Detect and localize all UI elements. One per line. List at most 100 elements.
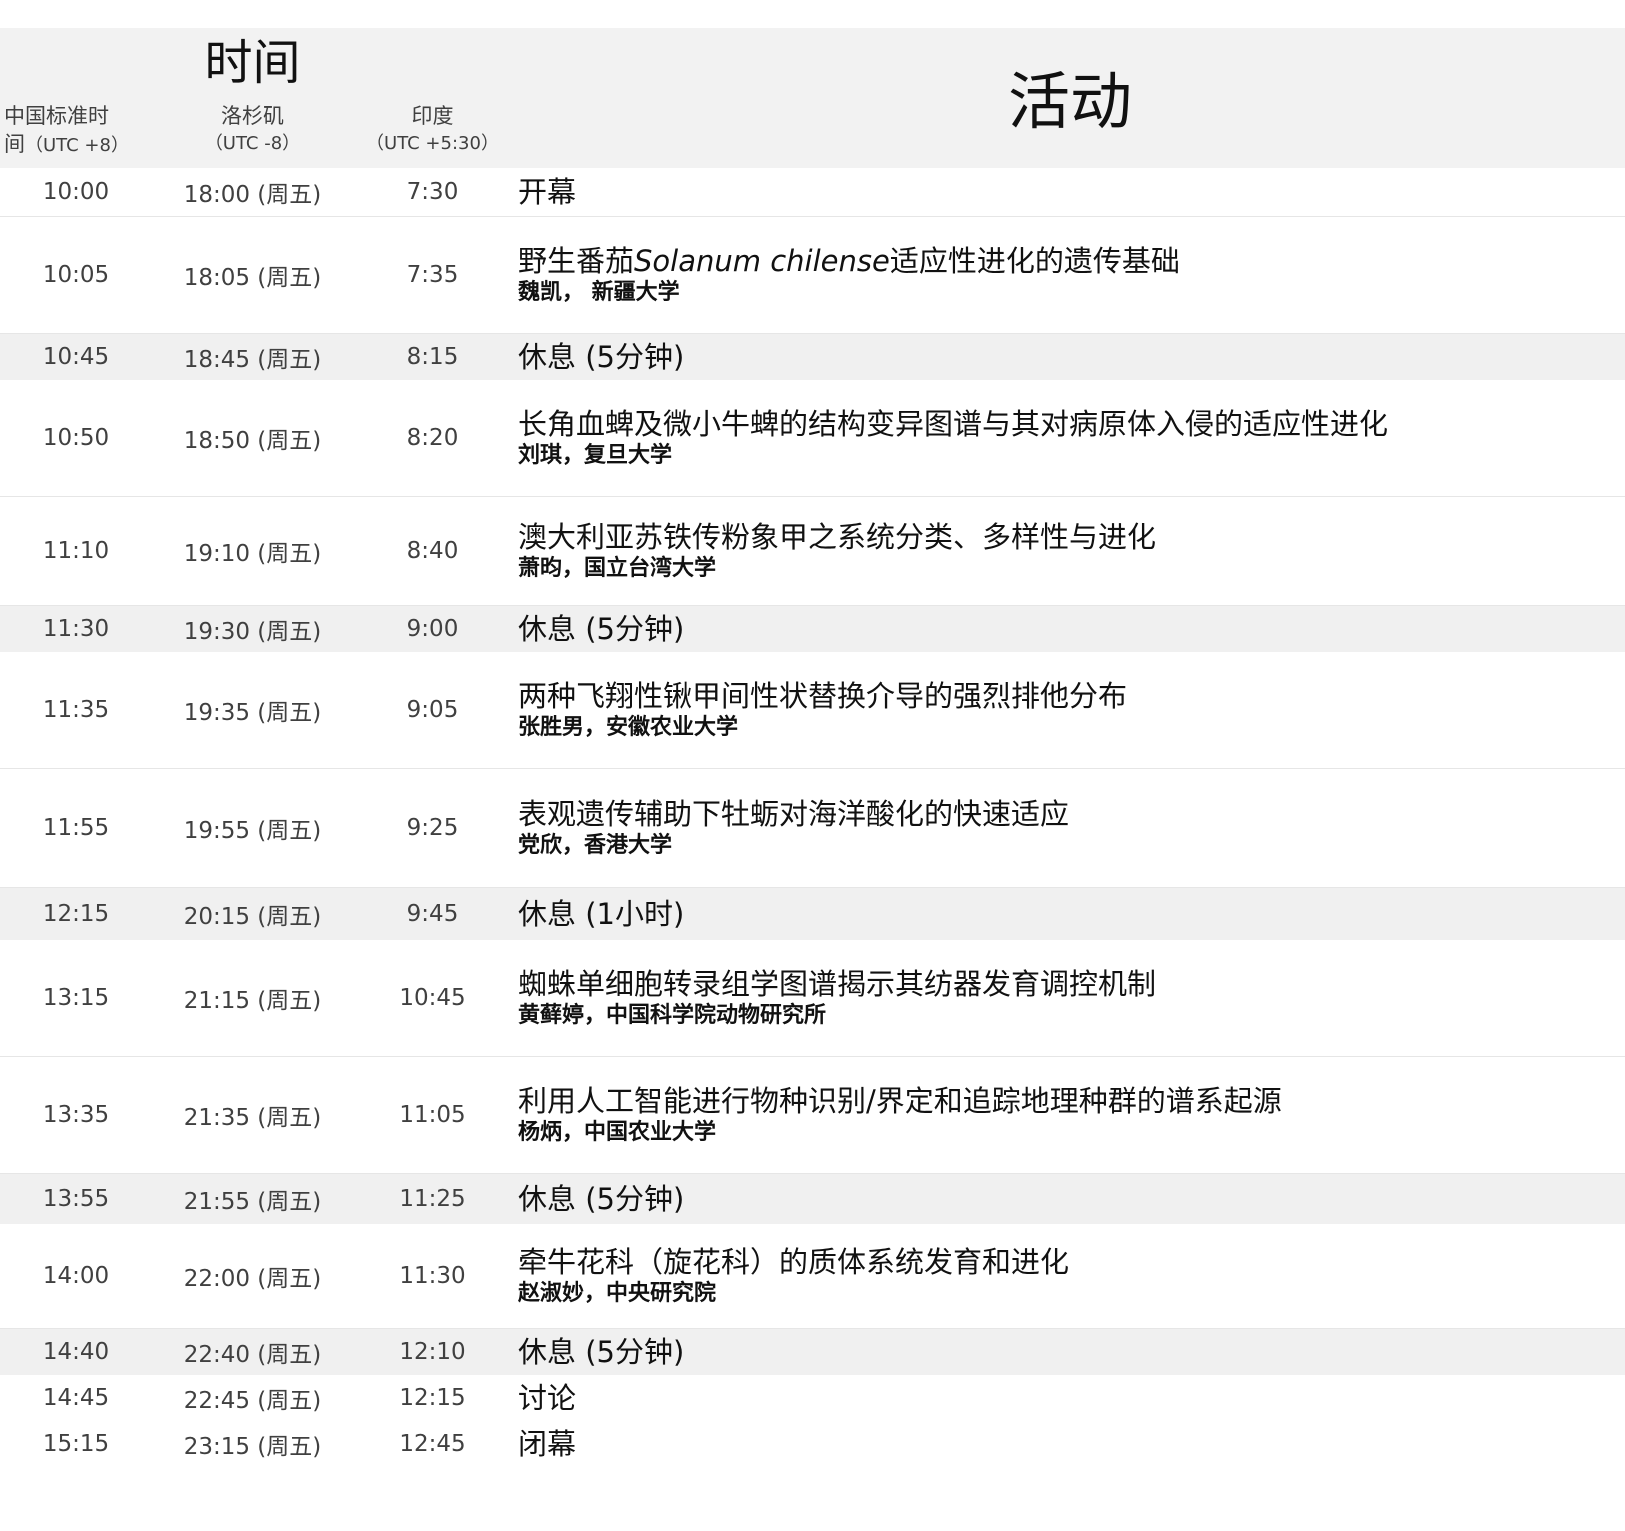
activity-title: 休息 (5分钟) xyxy=(518,1182,685,1216)
india-timezone-name: 印度 xyxy=(411,104,454,128)
la-time-cell: 22:40 (周五) xyxy=(183,1342,322,1368)
la-time-cell: 21:15 (周五) xyxy=(183,988,322,1014)
activity-cell: 蜘蛛单细胞转录组学图谱揭示其纺器发育调控机制 黄藓婷，中国科学院动物研究所 xyxy=(518,940,1615,1056)
activity-cell: 两种飞翔性锹甲间性状替换介导的强烈排他分布 张胜男，安徽农业大学 xyxy=(518,652,1615,768)
india-time-cell: 7:30 xyxy=(406,179,459,205)
india-time-cell: 11:30 xyxy=(399,1263,466,1289)
table-row: 11:10 19:10 (周五) 8:40 澳大利亚苏铁传粉象甲之系统分类、多样性与进… xyxy=(0,497,1625,606)
la-time-cell: 22:45 (周五) xyxy=(183,1388,322,1414)
india-time-cell: 8:15 xyxy=(406,344,459,370)
la-timezone-offset: （UTC -8） xyxy=(204,133,301,154)
china-time-cell: 14:40 xyxy=(42,1339,110,1365)
activity-cell: 休息 (5分钟) xyxy=(518,606,1615,652)
india-time-cell: 8:20 xyxy=(406,425,459,451)
india-time-cell: 12:10 xyxy=(399,1339,466,1365)
india-time-cell: 11:05 xyxy=(399,1102,466,1128)
la-timezone-header: 洛杉矶 （UTC -8） xyxy=(150,102,355,158)
activity-column-title: 活动 xyxy=(1007,65,1132,138)
la-time-cell: 19:55 (周五) xyxy=(183,818,322,844)
china-time-cell: 10:00 xyxy=(42,179,110,205)
break-row: 10:45 18:45 (周五) 8:15 休息 (5分钟) xyxy=(0,334,1625,380)
speaker-affiliation: 魏凯， 新疆大学 xyxy=(518,280,680,305)
activity-cell: 开幕 xyxy=(518,168,1615,216)
speaker-affiliation: 杨炳，中国农业大学 xyxy=(518,1120,717,1145)
india-timezone-offset: （UTC +5:30） xyxy=(366,133,499,154)
india-time-cell: 9:00 xyxy=(406,616,459,642)
activity-cell: 利用人工智能进行物种识别/界定和追踪地理种群的谱系起源 杨炳，中国农业大学 xyxy=(518,1057,1615,1173)
india-time-cell: 9:25 xyxy=(406,815,459,841)
activity-cell: 休息 (1小时) xyxy=(518,888,1615,940)
china-time-cell: 11:55 xyxy=(42,815,110,841)
la-time-cell: 18:05 (周五) xyxy=(183,265,322,291)
china-timezone-offset: （UTC +8） xyxy=(25,135,129,156)
speaker-affiliation: 党欣，香港大学 xyxy=(518,833,673,858)
la-time-cell: 21:35 (周五) xyxy=(183,1105,322,1131)
activity-cell: 表观遗传辅助下牡蛎对海洋酸化的快速适应 党欣，香港大学 xyxy=(518,769,1615,887)
activity-title-part: 适应性进化的遗传基础 xyxy=(889,244,1180,278)
speaker-affiliation: 赵淑妙，中央研究院 xyxy=(518,1281,717,1306)
activity-title: 长角血蜱及微小牛蜱的结构变异图谱与其对病原体入侵的适应性进化 xyxy=(518,407,1389,441)
activity-title-part: 野生番茄 xyxy=(518,244,635,278)
table-row: 13:15 21:15 (周五) 10:45 蜘蛛单细胞转录组学图谱揭示其纺器发育调控… xyxy=(0,940,1625,1057)
table-row: 14:00 22:00 (周五) 11:30 牵牛花科（旋花科）的质体系统发育和进化赵… xyxy=(0,1224,1625,1329)
la-time-cell: 20:15 (周五) xyxy=(183,904,322,930)
activity-title: 休息 (1小时) xyxy=(518,897,685,931)
activity-title: 闭幕 xyxy=(518,1427,577,1461)
india-time-cell: 10:45 xyxy=(399,985,466,1011)
table-row: 15:15 23:15 (周五) 12:45 闭幕 xyxy=(0,1421,1625,1467)
activity-title: 蜘蛛单细胞转录组学图谱揭示其纺器发育调控机制 xyxy=(518,967,1157,1001)
china-time-cell: 14:45 xyxy=(42,1385,110,1411)
china-time-cell: 11:35 xyxy=(42,697,110,723)
china-time-cell: 13:35 xyxy=(42,1102,110,1128)
activity-cell: 休息 (5分钟) xyxy=(518,1329,1615,1375)
activity-title: 休息 (5分钟) xyxy=(518,340,685,374)
break-row: 12:15 20:15 (周五) 9:45 休息 (1小时) xyxy=(0,888,1625,940)
china-time-cell: 11:10 xyxy=(42,538,110,564)
activity-title: 表观遗传辅助下牡蛎对海洋酸化的快速适应 xyxy=(518,797,1070,831)
activity-cell: 牵牛花科（旋花科）的质体系统发育和进化 赵淑妙，中央研究院 xyxy=(518,1224,1615,1328)
table-row: 10:50 18:50 (周五) 8:20 长角血蜱及微小牛蜱的结构变异图谱与其对病原… xyxy=(0,380,1625,497)
india-time-cell: 12:45 xyxy=(399,1431,466,1457)
activity-title: 开幕 xyxy=(518,175,577,209)
speaker-affiliation: 刘琪，复旦大学 xyxy=(518,443,673,468)
india-time-cell: 7:35 xyxy=(406,262,459,288)
activity-cell: 野生番茄Solanum chilense适应性进化的遗传基础魏凯， 新疆大学 xyxy=(518,217,1615,333)
species-name-italic: Solanum chilense xyxy=(634,244,890,278)
la-time-cell: 19:35 (周五) xyxy=(183,700,322,726)
china-time-cell: 13:55 xyxy=(42,1186,110,1212)
activity-title: 两种飞翔性锹甲间性状替换介导的强烈排他分布 xyxy=(518,679,1128,713)
india-time-cell: 11:25 xyxy=(399,1186,466,1212)
activity-title: 休息 (5分钟) xyxy=(518,1335,685,1369)
china-time-cell: 11:30 xyxy=(42,616,110,642)
la-timezone-name: 洛杉矶 xyxy=(221,104,284,128)
india-timezone-header: 印度 （UTC +5:30） xyxy=(355,102,510,158)
activity-title: 牵牛花科（旋花科）的质体系统发育和进化 xyxy=(518,1245,1070,1279)
la-time-cell: 19:10 (周五) xyxy=(183,541,322,567)
china-timezone-name-line2: 间 xyxy=(4,132,25,156)
activity-title: 澳大利亚苏铁传粉象甲之系统分类、多样性与进化 xyxy=(518,520,1157,554)
activity-title: 讨论 xyxy=(518,1381,577,1415)
table-row: 13:35 21:35 (周五) 11:05 利用人工智能进行物种识别/界定和追踪地理… xyxy=(0,1057,1625,1174)
india-time-cell: 8:40 xyxy=(406,538,459,564)
break-row: 13:55 21:55 (周五) 11:25 休息 (5分钟) xyxy=(0,1174,1625,1224)
india-time-cell: 12:15 xyxy=(399,1385,466,1411)
activity-cell: 长角血蜱及微小牛蜱的结构变异图谱与其对病原体入侵的适应性进化 刘琪，复旦大学 xyxy=(518,380,1615,496)
table-row: 14:45 22:45 (周五) 12:15 讨论 xyxy=(0,1375,1625,1421)
speaker-affiliation: 萧昀，国立台湾大学 xyxy=(518,556,717,581)
china-timezone-name-line1: 中国标准时 xyxy=(4,104,109,128)
china-timezone-header: 中国标准时 间（UTC +8） xyxy=(0,102,150,160)
la-time-cell: 18:45 (周五) xyxy=(183,347,322,373)
china-time-cell: 12:15 xyxy=(42,901,110,927)
india-time-cell: 9:45 xyxy=(406,901,459,927)
la-time-cell: 23:15 (周五) xyxy=(183,1434,322,1460)
time-column-title: 时间 xyxy=(204,35,301,91)
china-time-cell: 15:15 xyxy=(42,1431,110,1457)
la-time-cell: 21:55 (周五) xyxy=(183,1189,322,1215)
china-time-cell: 10:50 xyxy=(42,425,110,451)
la-time-cell: 18:50 (周五) xyxy=(183,428,322,454)
activity-cell: 休息 (5分钟) xyxy=(518,334,1615,380)
table-row: 11:55 19:55 (周五) 9:25 表观遗传辅助下牡蛎对海洋酸化的快速适应 党欣… xyxy=(0,769,1625,888)
table-row: 10:00 18:00 (周五) 7:30 开幕 xyxy=(0,168,1625,217)
activity-cell: 澳大利亚苏铁传粉象甲之系统分类、多样性与进化 萧昀，国立台湾大学 xyxy=(518,497,1615,605)
activity-cell: 讨论 xyxy=(518,1375,1615,1421)
